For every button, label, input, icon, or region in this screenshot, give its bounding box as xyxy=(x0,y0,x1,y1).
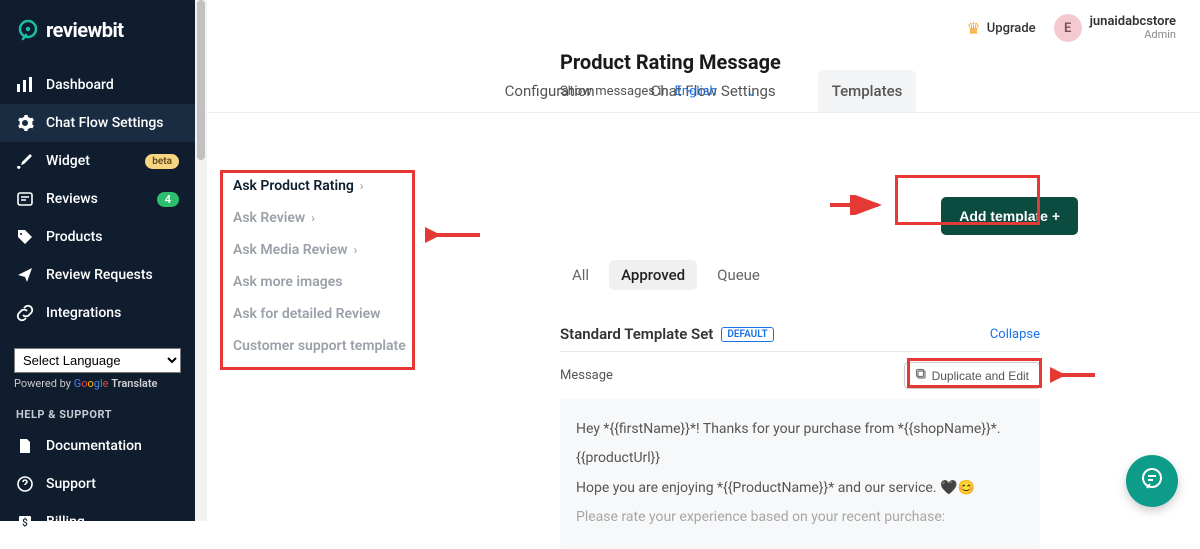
sidebar-item-label: Products xyxy=(46,229,103,245)
svg-text:$: $ xyxy=(22,516,28,529)
duplicate-label: Duplicate and Edit xyxy=(932,369,1029,383)
user-role: Admin xyxy=(1090,29,1176,41)
chat-icon xyxy=(1139,466,1165,496)
gear-icon xyxy=(16,114,34,132)
beta-badge: beta xyxy=(145,154,179,169)
logo-text: reviewbit xyxy=(46,18,124,42)
filter-queue[interactable]: Queue xyxy=(705,260,772,290)
template-type-ask-product-rating[interactable]: Ask Product Rating› xyxy=(227,170,422,202)
chevron-right-icon: › xyxy=(360,179,364,193)
scrollbar-thumb[interactable] xyxy=(197,0,205,160)
user-name: junaidabcstore xyxy=(1090,15,1176,29)
sidebar-item-label: Integrations xyxy=(46,305,121,321)
sidebar-item-label: Review Requests xyxy=(46,267,153,283)
template-type-ask-detailed-review[interactable]: Ask for detailed Review xyxy=(227,298,422,330)
template-type-ask-more-images[interactable]: Ask more images xyxy=(227,266,422,298)
language-value: English xyxy=(675,84,717,99)
sidebar-item-label: Reviews xyxy=(46,191,98,207)
logo-icon xyxy=(16,18,40,42)
sidebar-item-support[interactable]: Support xyxy=(0,465,195,503)
sidebar-item-billing[interactable]: $ Billing xyxy=(0,503,195,541)
copy-icon xyxy=(915,368,927,383)
reviews-icon xyxy=(16,190,34,208)
tag-icon xyxy=(16,228,34,246)
upgrade-button[interactable]: ♛ Upgrade xyxy=(966,19,1035,38)
template-filters: All Approved Queue xyxy=(560,260,772,290)
chevron-down-icon: ⌄ xyxy=(747,85,757,99)
sidebar-item-label: Dashboard xyxy=(46,77,114,93)
help-support-header: HELP & SUPPORT xyxy=(0,394,195,427)
avatar: E xyxy=(1054,14,1082,42)
sidebar-item-documentation[interactable]: Documentation xyxy=(0,427,195,465)
sidebar-item-widget[interactable]: Widget beta xyxy=(0,142,195,180)
send-icon xyxy=(16,266,34,284)
sidebar: reviewbit Dashboard Chat Flow Settings W… xyxy=(0,0,195,521)
message-body: Hey *{{firstName}}*! Thanks for your pur… xyxy=(560,399,1040,549)
filter-all[interactable]: All xyxy=(560,260,601,290)
crown-icon: ♛ xyxy=(966,19,980,38)
bar-chart-icon xyxy=(16,76,34,94)
brush-icon xyxy=(16,152,34,170)
message-line: Please rate your experience based on you… xyxy=(576,503,1024,532)
chevron-right-icon: › xyxy=(311,211,315,225)
nav-list: Dashboard Chat Flow Settings Widget beta… xyxy=(0,58,195,340)
filter-approved[interactable]: Approved xyxy=(609,260,697,290)
message-header-row: Message Duplicate and Edit xyxy=(560,352,1040,399)
page-title: Product Rating Message xyxy=(560,50,1170,74)
show-messages-label: Show messages in xyxy=(560,84,669,99)
sidebar-item-products[interactable]: Products xyxy=(0,218,195,256)
language-select-wrapper: Select Language xyxy=(14,348,181,373)
language-select[interactable]: Select Language xyxy=(14,348,181,373)
template-type-customer-support[interactable]: Customer support template xyxy=(227,330,422,362)
add-template-button[interactable]: Add template + xyxy=(941,197,1078,235)
chevron-right-icon: › xyxy=(354,243,358,257)
collapse-link[interactable]: Collapse xyxy=(990,327,1040,342)
default-badge: DEFAULT xyxy=(721,327,773,342)
language-row: Show messages in English ⌄ xyxy=(560,84,1170,99)
user-menu[interactable]: E junaidabcstore Admin xyxy=(1054,14,1176,42)
sidebar-item-dashboard[interactable]: Dashboard xyxy=(0,66,195,104)
template-type-ask-media-review[interactable]: Ask Media Review› xyxy=(227,234,422,266)
template-set-header: Standard Template Set DEFAULT Collapse xyxy=(560,325,1040,352)
language-dropdown[interactable]: English ⌄ xyxy=(675,84,757,99)
logo[interactable]: reviewbit xyxy=(0,0,195,58)
sidebar-item-chatflow[interactable]: Chat Flow Settings xyxy=(0,104,195,142)
count-badge: 4 xyxy=(157,192,179,207)
template-set-title: Standard Template Set xyxy=(560,325,713,343)
link-icon xyxy=(16,304,34,322)
main-panel: Product Rating Message Show messages in … xyxy=(560,50,1170,99)
duplicate-edit-button[interactable]: Duplicate and Edit xyxy=(904,362,1040,389)
billing-icon: $ xyxy=(16,513,34,531)
sidebar-item-label: Billing xyxy=(46,514,85,530)
message-line: Hope you are enjoying *{{ProductName}}* … xyxy=(576,474,1024,503)
topbar: ♛ Upgrade E junaidabcstore Admin xyxy=(207,0,1200,56)
document-icon xyxy=(16,437,34,455)
sidebar-item-integrations[interactable]: Integrations xyxy=(0,294,195,332)
message-line: {{productUrl}} xyxy=(576,444,1024,473)
powered-by[interactable]: Powered by Google Translate xyxy=(0,373,195,394)
sidebar-item-review-requests[interactable]: Review Requests xyxy=(0,256,195,294)
template-type-list: Ask Product Rating› Ask Review› Ask Medi… xyxy=(227,170,422,362)
template-set: Standard Template Set DEFAULT Collapse M… xyxy=(560,325,1040,549)
sidebar-item-label: Documentation xyxy=(46,438,142,454)
upgrade-label: Upgrade xyxy=(987,21,1036,36)
scrollbar-track[interactable] xyxy=(195,0,207,521)
template-type-ask-review[interactable]: Ask Review› xyxy=(227,202,422,234)
message-label: Message xyxy=(560,368,613,383)
message-line: Hey *{{firstName}}*! Thanks for your pur… xyxy=(576,415,1024,444)
sidebar-item-label: Support xyxy=(46,476,96,492)
help-circle-icon xyxy=(16,475,34,493)
sidebar-item-reviews[interactable]: Reviews 4 xyxy=(0,180,195,218)
chat-fab[interactable] xyxy=(1126,455,1178,507)
user-info: junaidabcstore Admin xyxy=(1090,15,1176,41)
sidebar-item-label: Chat Flow Settings xyxy=(46,115,164,131)
sidebar-item-label: Widget xyxy=(46,153,90,169)
